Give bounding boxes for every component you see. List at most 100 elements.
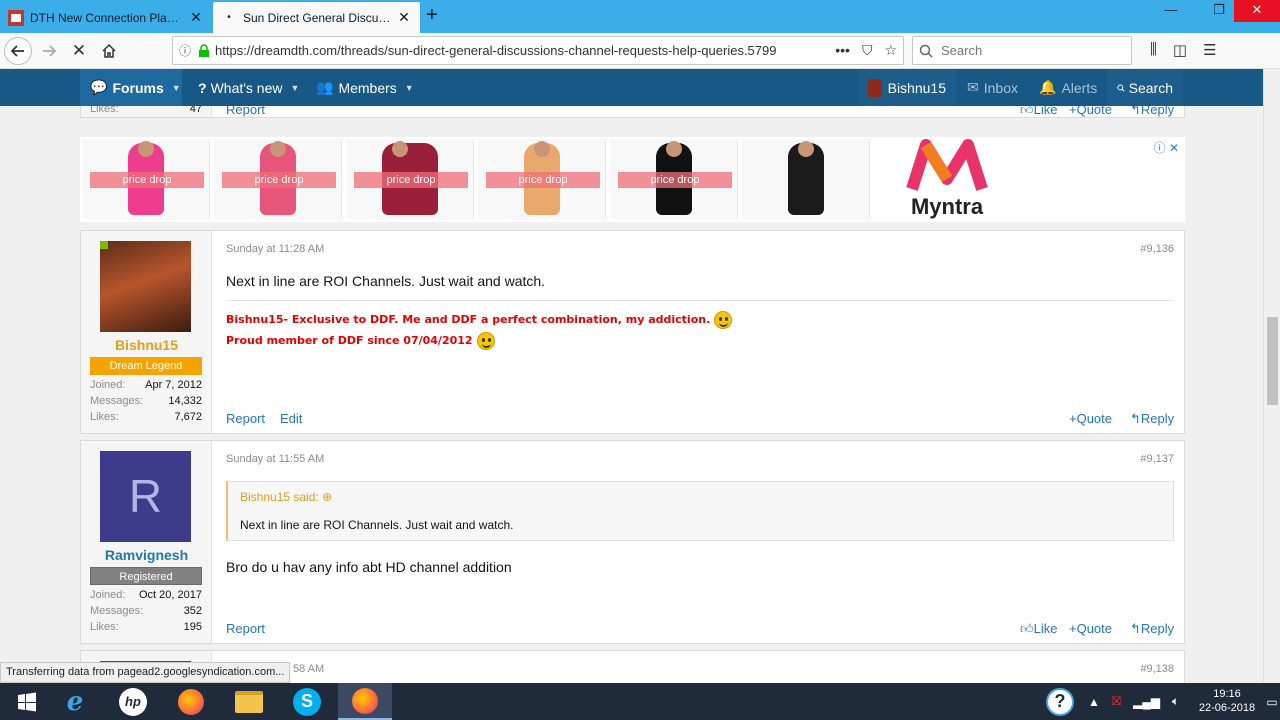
network-error-icon[interactable]: ⛝: [1112, 694, 1121, 709]
system-clock[interactable]: 19:16 22-06-2018: [1192, 687, 1262, 715]
firefox-button[interactable]: [164, 683, 218, 720]
reply-arrow-icon: ↰: [1130, 411, 1141, 426]
scrollbar-thumb[interactable]: [1267, 317, 1278, 405]
reply-link[interactable]: ↰Reply: [1130, 106, 1174, 118]
lock-icon: [199, 43, 210, 57]
browser-tab-bar: DTH New Connection Plan | Su ✕ • Sun Dir…: [0, 0, 1280, 33]
file-explorer-button[interactable]: [222, 683, 276, 720]
post-number[interactable]: #9,137: [1140, 453, 1174, 465]
nav-user-account[interactable]: Bishnu15: [858, 69, 956, 106]
quote-author[interactable]: Bishnu15 said: ⊕: [240, 490, 332, 504]
ad-product-image[interactable]: price drop: [610, 139, 738, 219]
sidebar-icon[interactable]: ◫: [1173, 41, 1187, 59]
bookmark-star-icon[interactable]: ☆: [884, 42, 897, 59]
thread-content: Likes: 47 Report 👍︎Like +Quote ↰Reply pr…: [0, 106, 1263, 683]
report-link[interactable]: Report: [226, 621, 265, 636]
page-actions-icon[interactable]: •••: [835, 42, 850, 59]
info-icon[interactable]: ⓘ: [179, 42, 191, 59]
tab-dth-connection[interactable]: DTH New Connection Plan | Su ✕: [0, 2, 212, 33]
post-number[interactable]: #9,138: [1140, 663, 1174, 675]
user-title-badge: Dream Legend: [90, 357, 202, 375]
pocket-icon[interactable]: ⛉: [862, 42, 873, 59]
firefox-active-button[interactable]: [338, 683, 392, 720]
nav-forums[interactable]: 💬 Forums ▼: [80, 69, 182, 106]
chevron-down-icon[interactable]: ▼: [405, 83, 414, 93]
search-box[interactable]: Search: [912, 36, 1132, 65]
notifications-icon[interactable]: ▭: [1264, 683, 1280, 720]
ad-product-image[interactable]: [742, 139, 870, 219]
forward-button[interactable]: [36, 38, 62, 64]
post-date[interactable]: 58 AM: [293, 663, 324, 675]
nav-members[interactable]: 👥 Members ▼: [306, 69, 424, 106]
home-button[interactable]: [96, 38, 122, 64]
myntra-logo[interactable]: Myntra: [902, 139, 992, 219]
user-joined: Joined: Apr 7, 2012: [90, 379, 202, 391]
menu-icon[interactable]: ☰: [1203, 41, 1216, 59]
post-date[interactable]: Sunday at 11:28 AM: [226, 243, 324, 255]
help-icon: ?: [1046, 687, 1074, 716]
close-tab-icon[interactable]: ✕: [396, 9, 412, 26]
back-button[interactable]: [4, 37, 32, 65]
ad-choices-icon[interactable]: ⓘ ✕: [1154, 139, 1179, 156]
page-scrollbar[interactable]: [1263, 69, 1280, 683]
ad-product-image[interactable]: price drop: [82, 139, 210, 219]
start-button[interactable]: [0, 683, 54, 720]
price-drop-label: price drop: [486, 172, 600, 188]
report-link[interactable]: Report: [226, 106, 265, 117]
hp-button[interactable]: hp: [106, 683, 160, 720]
nav-forums-label: Forums: [112, 79, 164, 96]
expand-quote-icon: ⊕: [322, 490, 333, 504]
post-number[interactable]: #9,136: [1140, 243, 1174, 255]
like-link[interactable]: 👍︎Like: [1020, 106, 1057, 118]
new-tab-button[interactable]: +: [426, 4, 438, 27]
post-date[interactable]: Sunday at 11:55 AM: [226, 453, 324, 465]
avatar[interactable]: [100, 241, 191, 332]
bell-icon: 🔔: [1039, 79, 1057, 95]
reply-link[interactable]: ↰Reply: [1130, 621, 1174, 637]
post-9137: R Ramvignesh Registered Joined: Oct 20, 2…: [80, 440, 1185, 644]
nav-alerts-label: Alerts: [1061, 79, 1098, 96]
help-tray-icon[interactable]: ?: [1046, 683, 1074, 720]
wifi-signal-icon[interactable]: ▂▄▆: [1133, 695, 1160, 709]
nav-inbox[interactable]: ✉ Inbox: [957, 69, 1028, 106]
ad-product-image[interactable]: price drop: [346, 139, 474, 219]
nav-alerts[interactable]: 🔔 Alerts: [1029, 69, 1107, 106]
library-icon[interactable]: ⫼: [1150, 41, 1157, 59]
ad-banner[interactable]: price drop price drop price drop price d…: [80, 137, 1185, 222]
quote-link[interactable]: +Quote: [1069, 411, 1112, 426]
edit-link[interactable]: Edit: [280, 411, 302, 426]
reply-link[interactable]: ↰Reply: [1130, 411, 1174, 427]
members-icon: 👥: [316, 79, 334, 95]
quote-link[interactable]: +Quote: [1069, 621, 1112, 636]
thumbs-up-icon: 👍︎: [1020, 621, 1034, 636]
nav-user-label: Bishnu15: [887, 79, 946, 96]
volume-icon[interactable]: 🔈︎: [1172, 694, 1179, 709]
ad-product-image[interactable]: price drop: [478, 139, 606, 219]
username[interactable]: Ramvignesh: [81, 547, 212, 563]
thumbs-up-icon: 👍︎: [1020, 106, 1034, 117]
internet-explorer-button[interactable]: e: [48, 683, 102, 720]
nav-search[interactable]: Search: [1107, 69, 1183, 106]
quote-text: Next in line are ROI Channels. Just wait…: [240, 518, 514, 532]
quote-link[interactable]: +Quote: [1069, 106, 1112, 117]
stop-loading-button[interactable]: ✕: [66, 38, 92, 64]
minimize-window-icon[interactable]: —: [1156, 0, 1186, 22]
ad-product-image[interactable]: price drop: [214, 139, 342, 219]
user-likes: Likes: 195: [90, 621, 202, 633]
username[interactable]: Bishnu15: [81, 337, 212, 353]
close-window-icon[interactable]: ✕: [1234, 0, 1280, 22]
skype-button[interactable]: S: [280, 683, 334, 720]
show-hidden-icons-icon[interactable]: ▲: [1088, 695, 1100, 709]
chevron-down-icon[interactable]: ▼: [172, 83, 181, 93]
url-bar[interactable]: ⓘ https://dreamdth.com/threads/sun-direc…: [172, 36, 904, 65]
close-tab-icon[interactable]: ✕: [188, 9, 204, 26]
like-link[interactable]: 👍︎Like: [1020, 621, 1057, 637]
avatar[interactable]: R: [100, 451, 191, 542]
browser-nav-bar: ✕ ⓘ https://dreamdth.com/threads/sun-dir…: [0, 33, 1280, 69]
tab-sun-direct[interactable]: • Sun Direct General Discussions ✕: [213, 2, 420, 33]
restore-window-icon[interactable]: ❐: [1204, 0, 1234, 22]
report-link[interactable]: Report: [226, 411, 265, 426]
status-bar: Transferring data from pagead2.googlesyn…: [0, 662, 291, 683]
chevron-down-icon[interactable]: ▼: [290, 83, 299, 93]
nav-whats-new[interactable]: ? What's new ▼: [188, 69, 309, 106]
